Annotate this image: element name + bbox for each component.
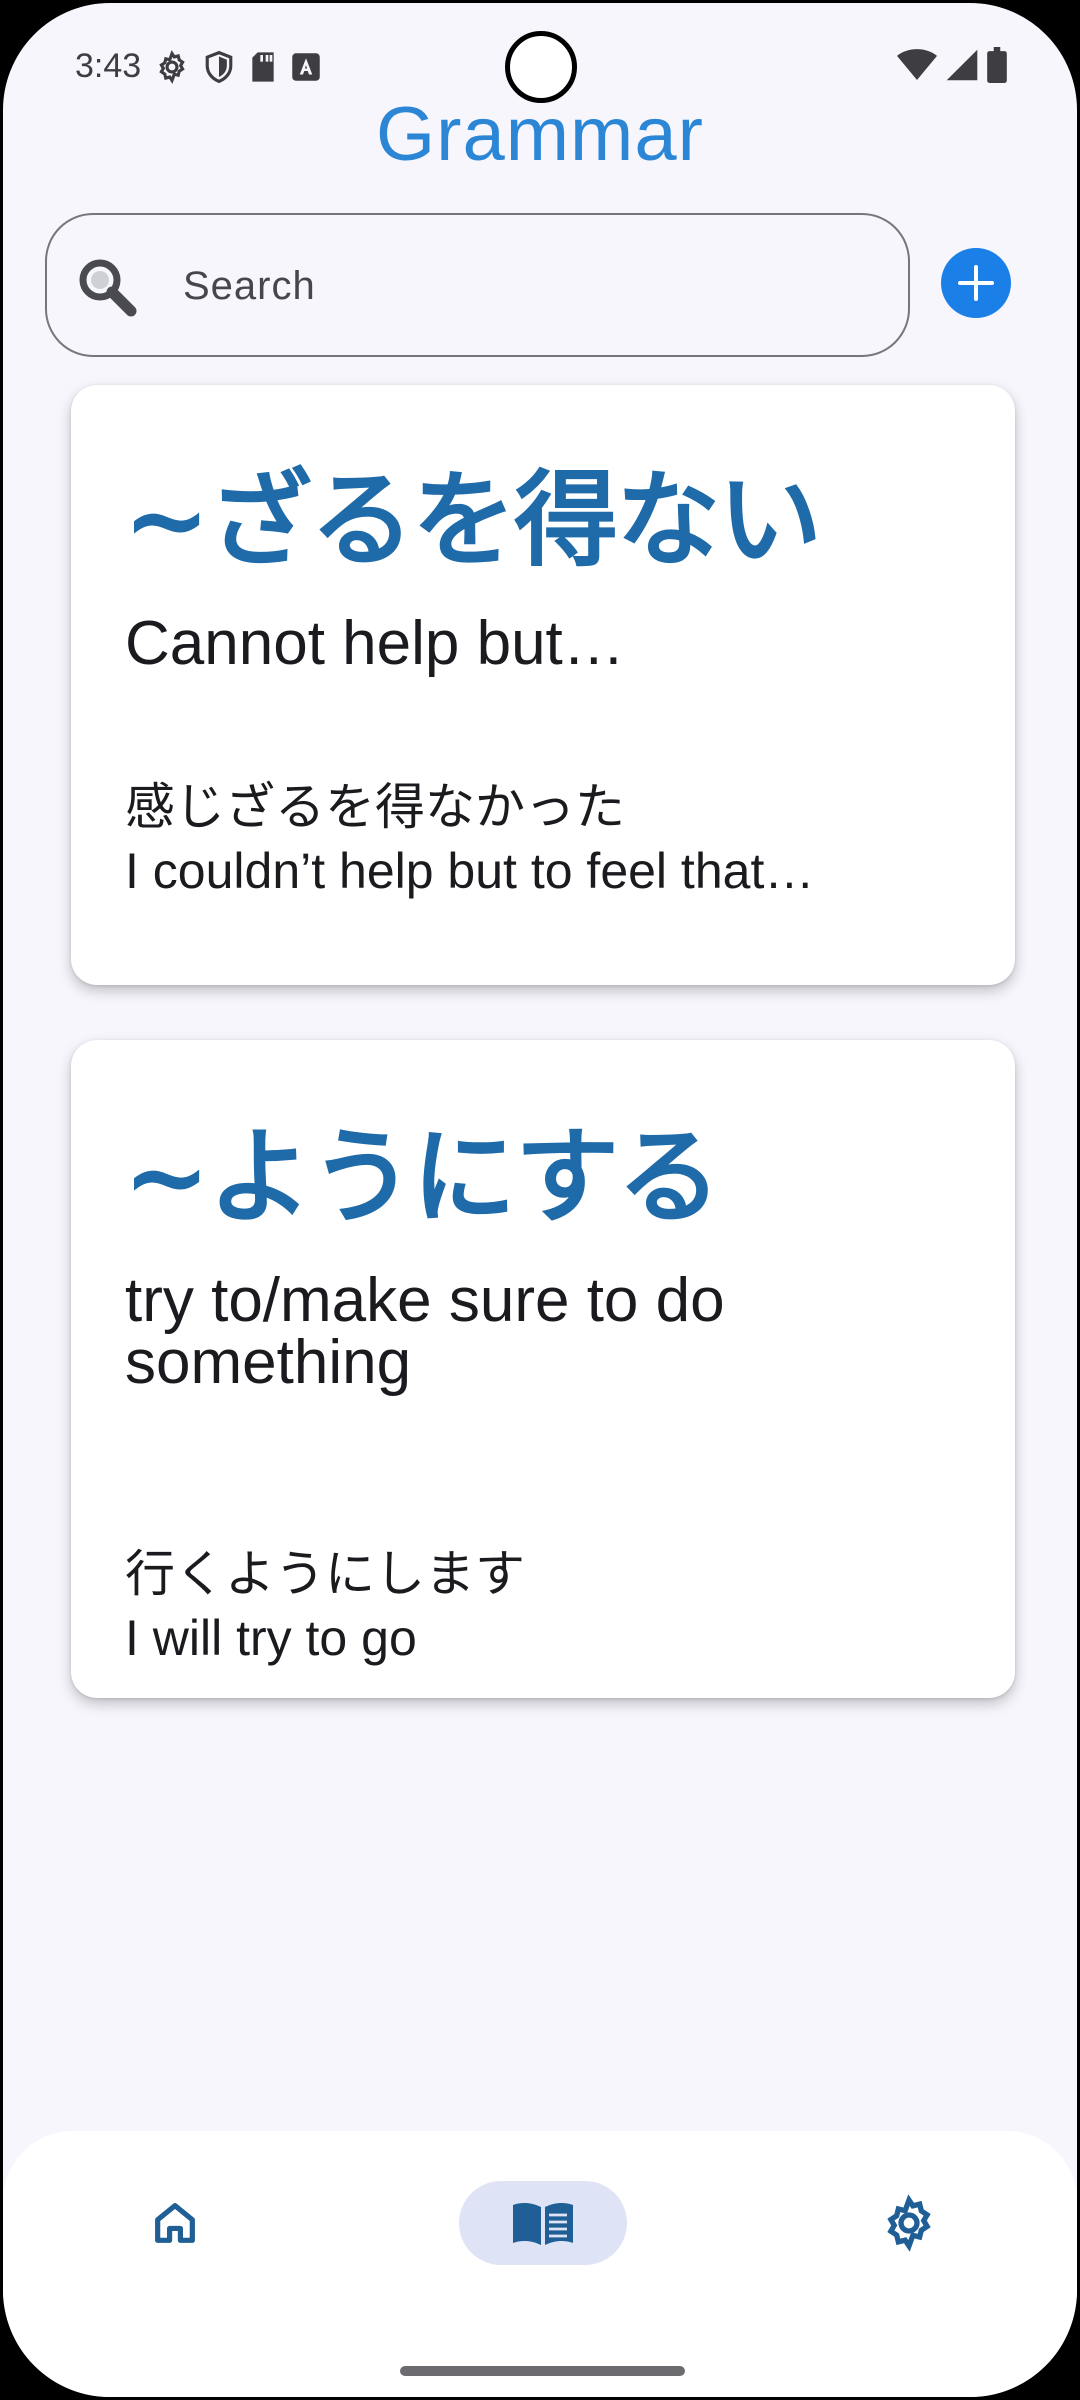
- status-left: 3:43: [75, 47, 321, 86]
- card-translation: I will try to go: [125, 1610, 417, 1666]
- battery-icon: [987, 47, 1007, 83]
- plus-icon: [954, 261, 998, 305]
- nav-settings[interactable]: [825, 2181, 993, 2265]
- grammar-card[interactable]: ~ようにする try to/make sure to do something …: [71, 1040, 1015, 1698]
- shield-icon: [203, 50, 235, 84]
- gear-icon: [155, 49, 189, 84]
- settings-icon: [880, 2194, 938, 2252]
- a-badge-icon: [291, 52, 321, 82]
- wifi-icon: [897, 48, 937, 82]
- book-icon: [511, 2198, 575, 2248]
- nav-grammar[interactable]: [459, 2181, 627, 2265]
- status-time: 3:43: [75, 47, 142, 85]
- status-right: [897, 47, 1007, 83]
- add-button[interactable]: [941, 248, 1011, 318]
- card-title: ~ようにする: [123, 1116, 721, 1238]
- card-example: 行くようにします: [125, 1545, 525, 1603]
- home-indicator[interactable]: [400, 2366, 685, 2376]
- page-title: Grammar: [376, 92, 704, 177]
- card-meaning: try to/make sure to do something: [125, 1266, 725, 1397]
- card-example: 感じざるを得なかった: [125, 778, 625, 836]
- grammar-card[interactable]: ~ざるを得ない Cannot help but… 感じざるを得なかった I co…: [71, 385, 1015, 985]
- card-meaning: Cannot help but…: [125, 609, 625, 678]
- search-bar[interactable]: [45, 213, 910, 357]
- card-title: ~ざるを得ない: [123, 459, 822, 581]
- home-icon: [149, 2197, 201, 2249]
- search-icon: [75, 255, 139, 319]
- phone-screen: 3:43 Grammar Search ~ざるを得ない Cannot help …: [0, 0, 1080, 2400]
- search-input[interactable]: [181, 251, 881, 321]
- sd-card-icon: [249, 51, 277, 83]
- nav-home[interactable]: [91, 2181, 259, 2265]
- card-translation: I couldn’t help but to feel that…: [125, 843, 815, 899]
- signal-icon: [945, 48, 979, 82]
- bottom-navigation: [3, 2131, 1077, 2397]
